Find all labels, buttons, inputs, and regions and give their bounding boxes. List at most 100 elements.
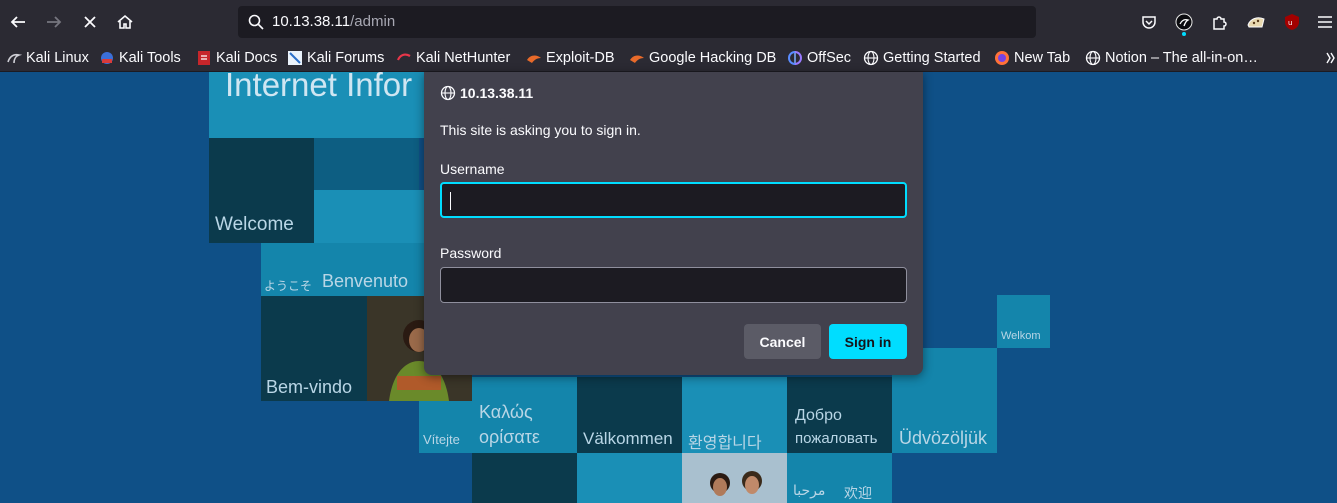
- extension-badge-dot: [1182, 32, 1186, 36]
- arabic-tile: مرحبا: [787, 453, 840, 503]
- browser-toolbar: 10.13.38.11/admin u: [0, 0, 1337, 44]
- bookmark-kali-docs[interactable]: Kali Docs: [196, 48, 277, 68]
- close-icon: [84, 16, 96, 28]
- password-label: Password: [440, 245, 502, 261]
- swedish-tile: Välkommen: [577, 377, 682, 453]
- ublock-button[interactable]: u: [1281, 11, 1303, 33]
- portuguese-tile: Bem-vindo: [261, 296, 367, 401]
- dialog-message: This site is asking you to sign in.: [440, 122, 641, 138]
- back-arrow-icon: [10, 16, 25, 28]
- menu-button[interactable]: [1314, 11, 1336, 33]
- url-bar[interactable]: 10.13.38.11/admin: [238, 6, 1036, 38]
- exploit-db-icon: [526, 50, 542, 66]
- bookmark-label: Kali Forums: [307, 50, 385, 66]
- bookmark-label: OffSec: [807, 50, 852, 66]
- bookmarks-overflow-button[interactable]: [1322, 48, 1337, 68]
- text-caret: [450, 192, 451, 210]
- password-field[interactable]: [440, 267, 907, 303]
- globe-icon: [863, 50, 879, 66]
- russian-text-2: пожаловать: [795, 430, 878, 447]
- bookmark-label: Notion – The all-in-on…: [1105, 50, 1258, 66]
- korean-text: 환영합니다: [688, 433, 762, 452]
- cookie-icon: [1247, 17, 1265, 28]
- home-icon: [117, 14, 133, 29]
- home-button[interactable]: [111, 8, 139, 36]
- people-photo-icon: [682, 453, 787, 503]
- chinese-text: 欢迎: [844, 486, 872, 502]
- stop-button[interactable]: [76, 8, 104, 36]
- bookmark-ghdb[interactable]: Google Hacking DB: [629, 48, 776, 68]
- ublock-shield-icon: u: [1285, 14, 1299, 30]
- bookmark-label: Kali Docs: [216, 50, 278, 66]
- tile: [472, 453, 577, 503]
- bookmark-notion[interactable]: Notion – The all-in-on…: [1085, 48, 1258, 68]
- bookmark-label: Getting Started: [883, 50, 981, 66]
- japanese-tile: ようこそ: [261, 243, 314, 296]
- sign-in-button[interactable]: Sign in: [829, 324, 907, 359]
- hungarian-text: Üdvözöljük: [899, 428, 988, 448]
- bookmark-label: New Tab: [1014, 50, 1071, 66]
- photo-tile-2: [682, 453, 787, 503]
- bookmark-kali-linux[interactable]: Kali Linux: [6, 48, 89, 68]
- bookmark-offsec[interactable]: OffSec: [787, 48, 851, 68]
- bookmark-label: Kali Tools: [119, 50, 181, 66]
- url-path: /admin: [350, 13, 396, 30]
- bookmark-getting-started[interactable]: Getting Started: [863, 48, 981, 68]
- tile: [314, 190, 424, 243]
- tile: [577, 453, 682, 503]
- dialog-host: 10.13.38.11: [440, 85, 533, 101]
- pocket-button[interactable]: [1138, 11, 1160, 33]
- globe-icon: [1085, 50, 1101, 66]
- czech-tile: Vítejte: [419, 401, 472, 453]
- bookmark-label: Google Hacking DB: [649, 50, 777, 66]
- swedish-text: Välkommen: [583, 429, 673, 448]
- firefox-icon: [994, 50, 1010, 66]
- portuguese-text: Bem-vindo: [266, 377, 353, 397]
- kali-dragon-icon: [6, 50, 22, 66]
- bookmark-kali-nethunter[interactable]: Kali NetHunter: [396, 48, 510, 68]
- bookmark-kali-forums[interactable]: Kali Forums: [287, 48, 384, 68]
- extension-button-1[interactable]: [1173, 11, 1195, 36]
- bookmark-new-tab[interactable]: New Tab: [994, 48, 1070, 68]
- bookmark-label: Exploit-DB: [546, 50, 615, 66]
- svg-text:u: u: [1288, 19, 1292, 27]
- chevron-right-icon: [1322, 50, 1337, 66]
- greek-text-2: ορίσατε: [479, 427, 540, 447]
- russian-tile: Добро пожаловать: [787, 377, 892, 453]
- russian-text-1: Добро: [795, 407, 842, 424]
- dutch-tile: Welkom: [997, 295, 1050, 348]
- extension-button-2[interactable]: [1245, 11, 1267, 33]
- bookmark-kali-tools[interactable]: Kali Tools: [99, 48, 181, 68]
- bookmark-exploit-db[interactable]: Exploit-DB: [526, 48, 615, 68]
- extensions-button[interactable]: [1209, 11, 1231, 33]
- italian-text: Benvenuto: [322, 271, 409, 291]
- tile: [314, 138, 419, 190]
- kali-tools-icon: [99, 50, 115, 66]
- welcome-text: Welcome: [215, 214, 294, 235]
- globe-icon: [440, 85, 456, 101]
- czech-text: Vítejte: [423, 432, 460, 447]
- ghdb-icon: [629, 50, 645, 66]
- japanese-text: ようこそ: [264, 279, 313, 293]
- hamburger-menu-icon: [1318, 16, 1332, 28]
- title-tile: Internet Infor: [209, 72, 424, 138]
- dutch-text: Welkom: [1001, 330, 1041, 342]
- bookmarks-bar: Kali Linux Kali Tools Kali Docs Kali For…: [0, 44, 1337, 72]
- forward-button[interactable]: [40, 8, 68, 36]
- page-title: Internet Infor: [225, 72, 413, 103]
- username-field[interactable]: [440, 182, 907, 218]
- chinese-tile: 欢迎: [840, 453, 892, 503]
- italian-tile: Benvenuto: [314, 243, 424, 296]
- kali-forums-icon: [287, 50, 303, 66]
- pocket-icon: [1142, 16, 1156, 29]
- cancel-button[interactable]: Cancel: [744, 324, 821, 359]
- url-host: 10.13.38.11: [272, 13, 351, 30]
- sign-in-dialog: 10.13.38.11 This site is asking you to s…: [424, 72, 923, 375]
- nethunter-icon: [396, 50, 412, 66]
- back-button[interactable]: [4, 8, 32, 36]
- dialog-host-text: 10.13.38.11: [460, 85, 534, 101]
- greek-text-1: Καλώς: [479, 402, 533, 422]
- kali-docs-icon: [196, 50, 212, 66]
- search-icon: [248, 14, 264, 30]
- puzzle-icon: [1213, 16, 1227, 30]
